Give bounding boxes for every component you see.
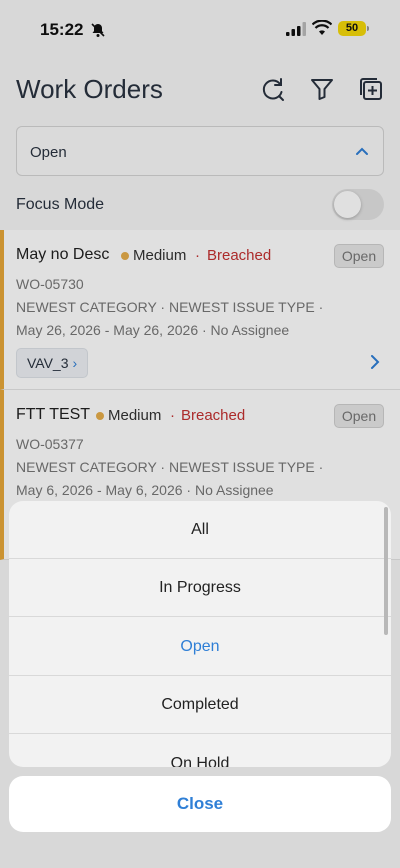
close-button[interactable]: Close — [9, 776, 391, 832]
work-orders-screen: 15:22 50 Work Orders Open Focus Mode May… — [0, 0, 400, 868]
sheet-option-open[interactable]: Open — [9, 618, 391, 676]
sheet-option-on-hold[interactable]: On Hold — [9, 735, 391, 767]
sheet-scrollbar[interactable] — [384, 507, 388, 635]
status-action-sheet: All In Progress Open Completed On Hold — [9, 501, 391, 767]
sheet-option-completed[interactable]: Completed — [9, 676, 391, 734]
sheet-option-all[interactable]: All — [9, 501, 391, 559]
sheet-option-in-progress[interactable]: In Progress — [9, 559, 391, 617]
